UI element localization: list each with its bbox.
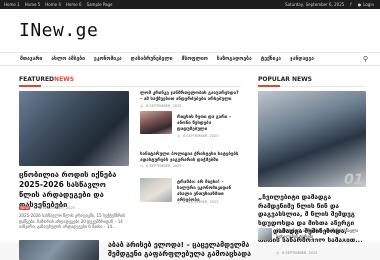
- list-item-title[interactable]: სანიტარული პოლიცია ქრისტესი ხატებებს ადა…: [140, 152, 242, 164]
- popular-small-title[interactable]: პრეზიდენტის არჩევისას ამბამუნის სწავლა ი…: [276, 228, 376, 239]
- user-icon: ●: [357, 2, 362, 7]
- list-item-image[interactable]: [140, 178, 172, 202]
- top-bar: Home 1 Home 5 Home 4 Home 6 Sample Page …: [0, 0, 380, 9]
- login-label: Login: [363, 2, 374, 7]
- nav-item-news[interactable]: ახლო ამბები: [51, 56, 85, 62]
- popular-divider: [258, 85, 366, 87]
- clock-icon: ◷: [33, 206, 37, 210]
- featured-main-meta: NEW ◷ 6 SEPTEMBER, 2025: [19, 206, 75, 210]
- list-item-meta: ◷ 6 SEPTEMBER, 2025: [140, 164, 182, 168]
- search-icon[interactable]: ⚲: [363, 55, 368, 63]
- list-item-date: 6 SEPTEMBER, 2025: [146, 104, 182, 108]
- top-nav: Home 1 Home 5 Home 4 Home 6 Sample Page: [4, 2, 113, 7]
- popular-small-meta: ◷ 6 SEPTEMBER, 2025: [276, 251, 318, 255]
- nav-item-returns[interactable]: დასაბრუნებელი: [131, 56, 173, 62]
- top-nav-home-5[interactable]: Home 5: [25, 2, 41, 7]
- nav-item-home[interactable]: მთავარი: [20, 56, 42, 62]
- popular-small-image[interactable]: [258, 228, 272, 240]
- featured-main-title[interactable]: ცნობილია როდის იქნება 2025-2026 სასწავლო…: [19, 170, 127, 210]
- list-item-date: 6 SEPTEMBER, 2025: [183, 200, 219, 204]
- clock-icon: ◷: [140, 164, 144, 168]
- next-article-title[interactable]: აბაბ არისებ ელოდა! – ცაცელამდელმა შემდგე…: [108, 241, 258, 259]
- category-tag[interactable]: NEW: [19, 206, 31, 210]
- top-right: Saturday, September 6, 2025 f ● Login: [285, 2, 374, 7]
- featured-section-title: FEATUREDNEWS: [19, 76, 74, 83]
- list-item-title[interactable]: რიცხის ზეთი და გარი – ანონი წესდება დადუ…: [177, 115, 241, 133]
- top-nav-home-1[interactable]: Home 1: [4, 2, 20, 7]
- top-nav-sample-page[interactable]: Sample Page: [87, 2, 113, 7]
- main-nav: მთავარი ახლო ამბები ეკონომიკა დასაბრუნებ…: [0, 52, 380, 66]
- list-item-title[interactable]: ლომ კრინკე ჯანმრთელობის გააუარესდა? – ამ…: [140, 91, 242, 103]
- clock-icon: ◷: [140, 104, 144, 108]
- current-date: Saturday, September 6, 2025: [285, 2, 345, 7]
- featured-divider: [19, 85, 241, 87]
- list-item-meta: ◷ 6 SEPTEMBER, 2025: [140, 104, 182, 108]
- site-logo[interactable]: INew.ge: [19, 20, 98, 41]
- featured-accent: NEWS: [54, 76, 75, 83]
- login-link[interactable]: ● Login: [358, 2, 374, 7]
- featured-label: FEATURED: [19, 76, 55, 83]
- nav-item-tech[interactable]: ტექნიკა: [261, 56, 281, 62]
- list-item-image[interactable]: [140, 111, 172, 134]
- list-item-date: 6 SEPTEMBER, 2025: [146, 164, 182, 168]
- featured-main-image[interactable]: [19, 91, 129, 166]
- nav-item-society[interactable]: საზოგადოება: [217, 56, 252, 62]
- nav-item-health[interactable]: ჯანდაცვა: [290, 56, 314, 62]
- clock-icon: ◷: [177, 200, 181, 204]
- featured-main-date: 6 SEPTEMBER, 2025: [39, 206, 75, 210]
- clock-icon: ◷: [177, 134, 181, 138]
- list-item-meta: ◷ 6 SEPTEMBER, 2025: [177, 200, 219, 204]
- popular-small-date: 6 SEPTEMBER, 2025: [282, 251, 318, 255]
- next-article-image[interactable]: [19, 240, 99, 260]
- top-nav-home-4[interactable]: Home 4: [45, 2, 61, 7]
- top-nav-home-6[interactable]: Home 6: [66, 2, 82, 7]
- nav-item-economy[interactable]: ეკონომიკა: [94, 56, 122, 62]
- list-item-date: 6 SEPTEMBER, 2025: [183, 134, 219, 138]
- popular-section-title: POPULAR NEWS: [258, 76, 313, 83]
- featured-main-excerpt: 2025-2026 სასწავლო წლის გრაფიკში, 15 სექ…: [19, 213, 126, 229]
- clock-icon: ◷: [276, 251, 280, 255]
- facebook-icon[interactable]: f: [350, 2, 351, 7]
- list-item-meta: ◷ 6 SEPTEMBER, 2025: [177, 134, 219, 138]
- popular-rank-number: 01: [344, 172, 364, 188]
- nav-item-world[interactable]: მსოფლიო: [182, 56, 208, 62]
